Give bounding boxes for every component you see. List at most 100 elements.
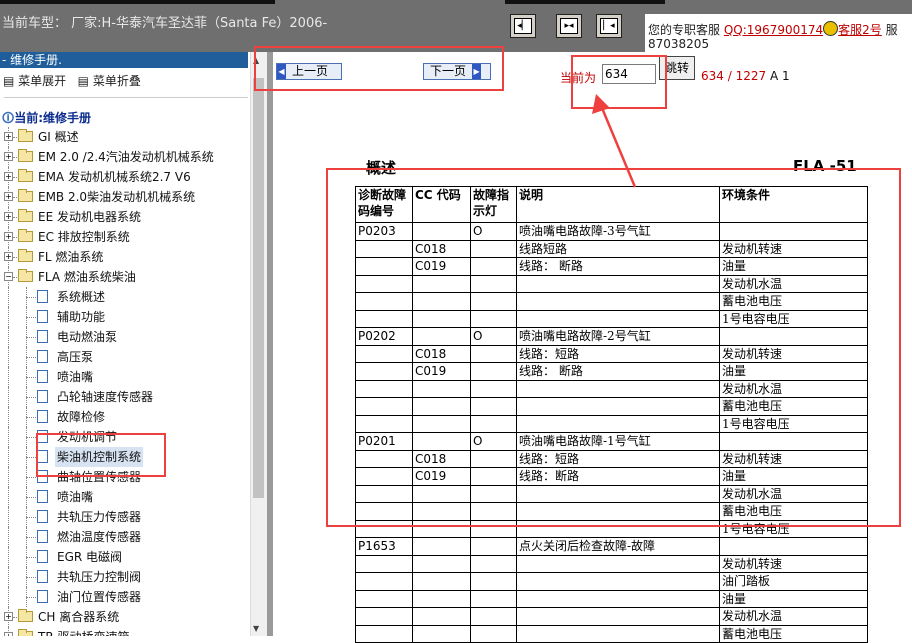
menu-icon: ▤ bbox=[77, 74, 89, 88]
tree-connector bbox=[26, 297, 36, 298]
tree-connector bbox=[26, 357, 36, 358]
expand-icon[interactable]: + bbox=[4, 612, 13, 621]
tree-doc[interactable]: 共轨压力控制阀 bbox=[0, 567, 250, 587]
tree-doc[interactable]: 油门位置传感器 bbox=[0, 587, 250, 607]
service-phone: 87038205 bbox=[648, 37, 710, 51]
table-cell: 油门踏板 bbox=[719, 572, 868, 591]
expand-icon[interactable]: + bbox=[4, 192, 13, 201]
document-icon bbox=[37, 370, 48, 383]
table-cell bbox=[516, 589, 720, 608]
tree-folder[interactable]: − FLA 燃油系统柴油 bbox=[0, 267, 250, 287]
frame-right-button[interactable]: ▏◂ bbox=[596, 14, 622, 38]
collapse-icon[interactable]: − bbox=[4, 272, 13, 281]
tree-folder[interactable]: + EMB 2.0柴油发动机机械系统 bbox=[0, 187, 250, 207]
expand-icon[interactable]: + bbox=[4, 152, 13, 161]
split-arrows-icon: ▸◂ bbox=[560, 18, 578, 34]
tree-folder[interactable]: + GI 概述 bbox=[0, 127, 250, 147]
tree-folder[interactable]: + TR 驱动桥变速箱 bbox=[0, 627, 250, 636]
table-cell bbox=[516, 554, 720, 573]
expand-icon[interactable]: + bbox=[4, 132, 13, 141]
table-cell bbox=[355, 554, 413, 573]
arrow-right-icon: ▏◂ bbox=[600, 18, 618, 34]
tree-folder[interactable]: + EE 发动机电器系统 bbox=[0, 207, 250, 227]
tree-connector bbox=[13, 237, 17, 238]
expand-icon[interactable]: + bbox=[4, 172, 13, 181]
frame-split-button[interactable]: ▸◂ bbox=[556, 14, 582, 38]
table-cell: 油量 bbox=[719, 589, 868, 608]
arrow-left-icon: ◂▏ bbox=[514, 18, 532, 34]
table-cell bbox=[355, 589, 413, 608]
service-line: 您的专职客服 QQ:1967900174 客服2号 服 bbox=[648, 21, 898, 38]
table-cell: 点火关闭后检查故障-故障 bbox=[516, 537, 720, 556]
tree-connector bbox=[13, 197, 17, 198]
table-cell: 发动机转速 bbox=[719, 554, 868, 573]
tree-connector bbox=[8, 367, 9, 387]
tree-label: 喷油嘴 bbox=[57, 490, 94, 504]
tree-doc[interactable]: 共轨压力传感器 bbox=[0, 507, 250, 527]
tree-label: 凸轮轴速度传感器 bbox=[57, 390, 154, 404]
document-icon bbox=[37, 330, 48, 343]
tree-label: 共轨压力控制阀 bbox=[57, 570, 142, 584]
manual-tree: + GI 概述 + EM 2.0 /2.4汽油发动机机械系统 + EMA 发动机机械系统2… bbox=[0, 127, 250, 636]
collapse-all-link[interactable]: 菜单折叠 bbox=[93, 74, 141, 88]
tree-connector bbox=[13, 617, 17, 618]
table-cell bbox=[412, 624, 471, 643]
tree-doc[interactable]: 辅助功能 bbox=[0, 307, 250, 327]
tree-folder[interactable]: + EMA 发动机机械系统2.7 V6 bbox=[0, 167, 250, 187]
tree-doc[interactable]: EGR 电磁阀 bbox=[0, 547, 250, 567]
expand-icon[interactable]: + bbox=[4, 212, 13, 221]
tree-connector bbox=[26, 557, 36, 558]
document-icon bbox=[37, 510, 48, 523]
expand-icon[interactable]: + bbox=[4, 232, 13, 241]
scroll-down-icon[interactable]: ▼ bbox=[253, 624, 259, 633]
document-icon bbox=[37, 290, 48, 303]
tree-connector bbox=[13, 137, 17, 138]
folder-icon bbox=[18, 609, 33, 622]
tree-connector bbox=[13, 257, 17, 258]
table-cell bbox=[470, 624, 517, 643]
tree-label: FL 燃油系统 bbox=[38, 250, 104, 264]
expand-all-link[interactable]: 菜单展开 bbox=[18, 74, 66, 88]
tree-connector bbox=[8, 307, 9, 327]
table-row: 蓄电池电压 bbox=[355, 624, 868, 643]
table-row: 发动机转速 bbox=[355, 554, 868, 573]
tree-doc[interactable]: 凸轮轴速度传感器 bbox=[0, 387, 250, 407]
tree-connector bbox=[8, 487, 9, 507]
tree-folder[interactable]: + EM 2.0 /2.4汽油发动机机械系统 bbox=[0, 147, 250, 167]
tree-folder[interactable]: + CH 离合器系统 bbox=[0, 607, 250, 627]
expand-icon[interactable]: + bbox=[4, 632, 13, 636]
tree-folder[interactable]: + FL 燃油系统 bbox=[0, 247, 250, 267]
tree-label: 喷油嘴 bbox=[57, 370, 94, 384]
tree-doc[interactable]: 喷油嘴 bbox=[0, 367, 250, 387]
tree-connector bbox=[26, 597, 36, 598]
top-edge-strip bbox=[505, 0, 665, 4]
tree-connector bbox=[26, 417, 36, 418]
tree-doc[interactable]: 故障检修 bbox=[0, 407, 250, 427]
tree-folder[interactable]: + EC 排放控制系统 bbox=[0, 227, 250, 247]
table-cell bbox=[355, 572, 413, 591]
annotation-box bbox=[254, 46, 504, 91]
annotation-arrow bbox=[592, 94, 637, 188]
table-cell bbox=[516, 572, 720, 591]
scrollbar-thumb[interactable] bbox=[253, 78, 264, 498]
table-cell bbox=[412, 554, 471, 573]
table-cell: 蓄电池电压 bbox=[719, 624, 868, 643]
table-cell: P1653 bbox=[355, 537, 413, 556]
tree-doc[interactable]: 电动燃油泵 bbox=[0, 327, 250, 347]
table-cell bbox=[412, 589, 471, 608]
expand-icon[interactable]: + bbox=[4, 252, 13, 261]
frame-left-button[interactable]: ◂▏ bbox=[510, 14, 536, 38]
qq-link[interactable]: QQ:1967900174 bbox=[724, 23, 823, 37]
tree-doc[interactable]: 系统概述 bbox=[0, 287, 250, 307]
table-cell bbox=[412, 607, 471, 626]
page-count-value: 634 / 1227 bbox=[701, 69, 767, 83]
tree-doc[interactable]: 喷油嘴 bbox=[0, 487, 250, 507]
tree-doc[interactable]: 燃油温度传感器 bbox=[0, 527, 250, 547]
table-cell bbox=[470, 572, 517, 591]
service-2-link[interactable]: 客服2号 bbox=[838, 23, 882, 37]
tree-connector bbox=[26, 337, 36, 338]
document-icon bbox=[37, 490, 48, 503]
tree-doc[interactable]: 高压泵 bbox=[0, 347, 250, 367]
table-cell bbox=[412, 572, 471, 591]
tree-connector bbox=[8, 567, 9, 587]
